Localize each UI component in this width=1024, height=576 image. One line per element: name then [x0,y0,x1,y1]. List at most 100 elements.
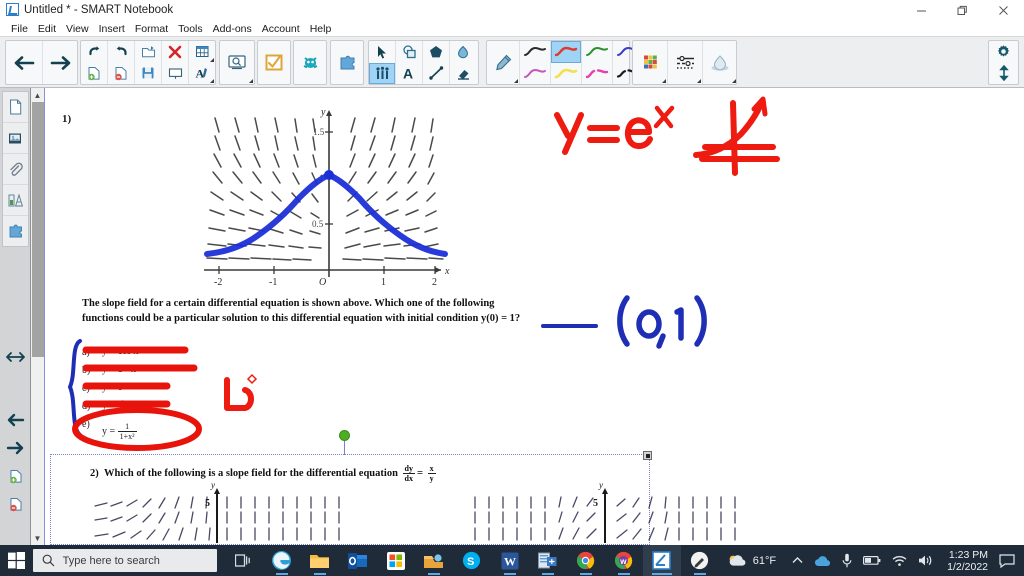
menu-item-account[interactable]: Account [257,23,305,35]
taskbar-chrome-1[interactable] [567,545,605,576]
save-disk-icon[interactable] [135,63,161,85]
menu-item-file[interactable]: File [6,23,33,35]
pen-style-purple[interactable] [520,63,550,85]
smart-ink-icon [691,551,709,570]
cloud-icon[interactable] [814,555,831,567]
pen-style-red[interactable] [551,41,581,63]
eraser-icon[interactable] [450,63,476,85]
canvas-vertical-scrollbar[interactable]: ▲ ▼ [31,88,45,545]
next-page-button[interactable] [43,41,79,84]
rotation-handle[interactable] [340,431,349,440]
sidebar-delete-page-button[interactable] [4,490,27,518]
sidebar-resize-handle[interactable] [4,346,27,368]
menu-item-tools[interactable]: Tools [173,23,208,35]
shapes-icon[interactable] [396,41,422,63]
taskbar-clock[interactable]: 1:23 PM 1/2/2022 [941,549,994,573]
taskbar-file-explorer[interactable] [301,545,339,576]
menu-item-view[interactable]: View [61,23,94,35]
menu-item-add-ons[interactable]: Add-ons [208,23,257,35]
people-icon[interactable] [369,62,395,84]
taskbar-chrome-2[interactable]: w [605,545,643,576]
choice-b[interactable]: b) y = 1 - x² [78,364,278,382]
line-properties-icon[interactable] [668,41,702,84]
sidebar-item-attachments[interactable] [3,154,28,185]
menu-item-insert[interactable]: Insert [94,23,130,35]
pen-style-black-thin[interactable] [520,41,550,63]
line-icon[interactable] [423,63,449,85]
table-grid-icon[interactable] [189,41,215,63]
up-down-arrow-icon[interactable] [989,63,1018,85]
sidebar-item-gallery[interactable] [3,123,28,154]
speaker-icon[interactable] [918,554,933,567]
transparency-icon[interactable] [703,41,737,84]
taskbar-app-blue[interactable] [529,545,567,576]
checkbox-orange-icon[interactable] [258,41,290,84]
sidebar-item-add-ons[interactable] [3,216,28,246]
battery-icon[interactable] [863,555,881,566]
weather-widget[interactable]: 61°F [719,553,784,568]
blue-puzzle-icon[interactable] [331,41,363,84]
taskbar-smart-ink[interactable] [681,545,719,576]
menu-item-edit[interactable]: Edit [33,23,61,35]
choice-b-expr: y = 1 - x² [102,364,139,375]
toolbar-group-addon [330,40,364,85]
choice-a[interactable]: a) y = cos x [78,346,278,364]
cursor-arrow-icon[interactable] [369,41,395,63]
selection-corner-handle[interactable] [643,451,652,460]
sidebar-item-properties[interactable] [3,185,28,216]
task-view-button[interactable] [225,545,263,576]
chevron-down-icon[interactable]: ▼ [31,531,44,545]
menu-item-format[interactable]: Format [130,23,173,35]
restore-icon[interactable] [942,0,983,21]
microphone-icon[interactable] [842,553,852,568]
choice-c[interactable]: c) y = e⁻ˣ [78,382,278,400]
delete-page-button[interactable] [108,63,134,85]
choice-d[interactable]: d) y = √(1 - x²) [78,400,278,418]
taskbar-store[interactable] [377,545,415,576]
taskbar-smart-notebook[interactable] [642,545,681,576]
search-input[interactable]: Type here to search [32,549,217,572]
chevron-up-icon[interactable] [792,556,803,565]
chevron-up-icon[interactable]: ▲ [31,88,44,102]
pen-style-magenta[interactable] [582,63,612,85]
color-grid-icon[interactable] [633,41,667,84]
taskbar-onedrive[interactable] [415,545,453,576]
sidebar-forward-button[interactable] [4,434,27,462]
pen-style-green[interactable] [582,41,612,63]
add-page-button[interactable] [81,63,107,85]
previous-page-button[interactable] [6,41,42,84]
text-A-icon[interactable]: A [396,63,422,85]
menu-item-help[interactable]: Help [305,23,337,35]
taskbar-outlook[interactable] [339,545,377,576]
sidebar-back-button[interactable] [4,406,27,434]
start-button[interactable] [0,545,33,576]
pentagon-icon[interactable] [423,41,449,63]
taskbar-edge[interactable] [263,545,301,576]
red-x-icon[interactable] [162,41,188,63]
screen-shade-icon[interactable] [162,63,188,85]
choice-e-fraction: 1 1+x² [117,422,137,441]
screen-capture-icon[interactable] [220,41,254,84]
outlook-icon [347,552,367,569]
wifi-icon[interactable] [892,555,907,567]
notebook-canvas[interactable]: 1) -2 -1 O 1 2 1.5 1 0.5 x y The slope f… [45,88,1024,545]
question1-choices: a) y = cos x b) y = 1 - x² c) y = e⁻ˣ d)… [78,346,278,442]
text-A-icon[interactable]: A [189,63,215,85]
paint-bucket-icon[interactable] [450,41,476,63]
undo-button[interactable] [81,41,107,63]
pen-style-yellow[interactable] [551,63,581,85]
sidebar-item-page-sorter[interactable] [3,92,28,123]
redo-button[interactable] [108,41,134,63]
scrollbar-thumb[interactable] [32,102,44,357]
notifications-button[interactable] [994,545,1020,576]
sidebar-add-page-button[interactable] [4,462,27,490]
folder-open-icon[interactable] [135,41,161,63]
choice-e[interactable]: e) y = 1 1+x² [78,418,278,442]
pen-icon[interactable] [487,41,519,84]
gear-icon[interactable] [989,41,1018,63]
minimize-icon[interactable] [901,0,942,21]
taskbar-skype[interactable]: S [453,545,491,576]
taskbar-word[interactable]: W [491,545,529,576]
close-icon[interactable] [983,0,1024,21]
teal-creature-icon[interactable] [294,41,326,84]
